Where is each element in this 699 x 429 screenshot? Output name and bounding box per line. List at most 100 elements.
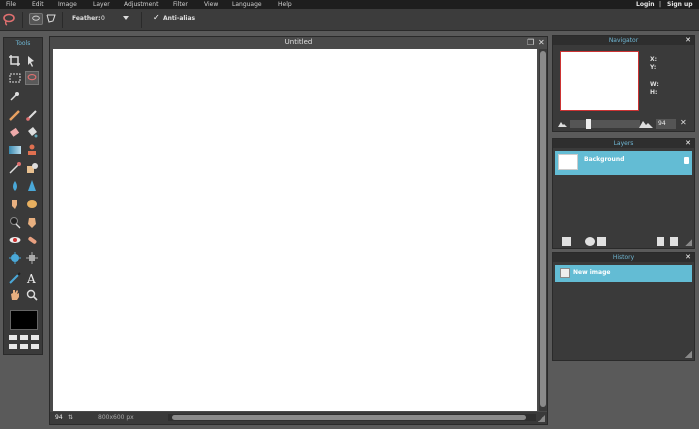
image-canvas[interactable] [53,49,537,411]
stamp-icon[interactable] [25,143,39,157]
wand-icon[interactable] [8,89,22,103]
menu-layer[interactable]: Layer [93,0,110,9]
layer-thumbnail [558,154,578,170]
layer-toolbar [553,235,694,248]
history-panel: History ✕ New image [552,252,695,361]
sharpen-icon[interactable] [25,179,39,193]
layer-row[interactable]: Background [555,151,692,175]
horizontal-scrollbar[interactable] [168,414,536,421]
menu-image[interactable]: Image [58,0,77,9]
marquee-icon[interactable] [8,71,22,85]
separator [62,12,63,28]
signup-link[interactable]: Sign up [667,0,693,9]
history-item[interactable]: New image [555,265,692,282]
polygon-lasso-button[interactable] [46,13,56,25]
blur-icon[interactable] [8,179,22,193]
x-label: X: [650,56,658,63]
picker-icon[interactable] [8,271,22,285]
lasso-tool-indicator-icon [2,12,16,26]
lasso-icon[interactable] [25,71,39,85]
resize-handle-icon[interactable] [685,239,692,246]
layer-settings-icon[interactable] [562,237,571,246]
color-replace-icon[interactable] [8,161,22,175]
document-title: Untitled [284,38,313,46]
separator [22,12,23,28]
spot-heal-icon[interactable] [25,233,39,247]
bloat-icon[interactable] [8,251,22,265]
document-window: Untitled ❐ ✕ 94 ⇅ 800x600 px [49,36,548,425]
menu-filter[interactable]: Filter [173,0,188,9]
type-icon[interactable]: A [25,271,39,286]
pinch-icon[interactable] [25,251,39,265]
dodge-icon[interactable] [8,215,22,229]
layer-mask-icon[interactable] [585,237,595,246]
layer-styles-icon[interactable] [597,237,606,246]
antialias-label: Anti-alias [163,15,196,22]
hand-icon[interactable] [8,288,22,302]
sponge-icon[interactable] [25,197,39,211]
new-image-icon [560,268,570,278]
zoom-out-icon[interactable] [558,121,567,127]
y-label: Y: [650,64,657,71]
image-dimensions: 800x600 px [98,414,134,421]
options-bar: Feather: 0 ✓ Anti-alias [0,9,699,31]
chevron-down-icon[interactable] [123,16,129,20]
navigator-panel: Navigator ✕ X: Y: W: H: 94 ✕ [552,35,695,132]
smudge-icon[interactable] [8,197,22,211]
h-label: H: [650,89,658,96]
menu-language[interactable]: Language [232,0,262,9]
move-icon[interactable] [25,54,39,68]
grid-view-icon[interactable] [9,335,39,351]
zoom-slider-knob[interactable] [586,119,591,129]
redeye-icon[interactable] [8,233,22,247]
trash-icon[interactable] [670,237,678,246]
feather-input[interactable]: 0 [101,15,105,22]
zoom-slider[interactable] [570,120,640,128]
navigator-preview[interactable] [560,51,639,111]
w-label: W: [650,81,659,88]
layers-panel: Layers ✕ Background [552,138,695,249]
vertical-scrollbar[interactable] [539,49,547,411]
close-icon[interactable]: ✕ [685,139,691,148]
resize-handle-icon[interactable] [685,351,692,358]
layer-name: Background [584,156,625,163]
foreground-color-swatch[interactable] [10,310,38,330]
zoom-level[interactable]: 94 [55,414,63,421]
navigator-title: Navigator [553,36,694,45]
status-bar: 94 ⇅ 800x600 px [50,412,547,424]
pencil-icon[interactable] [8,108,22,122]
menu-help[interactable]: Help [278,0,292,9]
menu-adjustment[interactable]: Adjustment [124,0,158,9]
login-link[interactable]: Login [636,0,655,9]
zoom-input[interactable]: 94 [656,119,676,129]
brush-icon[interactable] [25,108,39,122]
freehand-lasso-button[interactable] [29,13,43,25]
fit-zoom-icon[interactable]: ✕ [680,118,687,127]
drawing-icon[interactable] [25,161,39,175]
crop-icon[interactable] [8,54,22,68]
gradient-icon[interactable] [8,143,22,157]
resize-handle-icon[interactable] [538,415,545,422]
zoom-in-icon[interactable] [639,119,653,128]
history-title: History [553,253,694,262]
menu-view[interactable]: View [204,0,218,9]
restore-icon[interactable]: ❐ [527,38,534,47]
close-icon[interactable]: ✕ [685,36,691,45]
scroll-thumb[interactable] [172,415,526,420]
menu-separator: | [659,1,662,8]
lock-icon [684,157,689,164]
burn-icon[interactable] [25,215,39,229]
close-icon[interactable]: ✕ [685,253,691,262]
new-layer-icon[interactable] [657,237,664,246]
bucket-icon[interactable] [25,125,39,139]
menu-file[interactable]: File [6,0,16,9]
close-icon[interactable]: ✕ [538,38,545,47]
layers-title: Layers [553,139,694,148]
menu-edit[interactable]: Edit [32,0,44,9]
zoom-arrow-icon[interactable]: ⇅ [68,414,73,421]
eraser-icon[interactable] [8,125,22,139]
scroll-thumb[interactable] [540,51,546,407]
feather-label: Feather: [72,15,101,22]
antialias-checkbox[interactable]: ✓ [153,14,161,22]
zoom-icon[interactable] [25,288,39,302]
